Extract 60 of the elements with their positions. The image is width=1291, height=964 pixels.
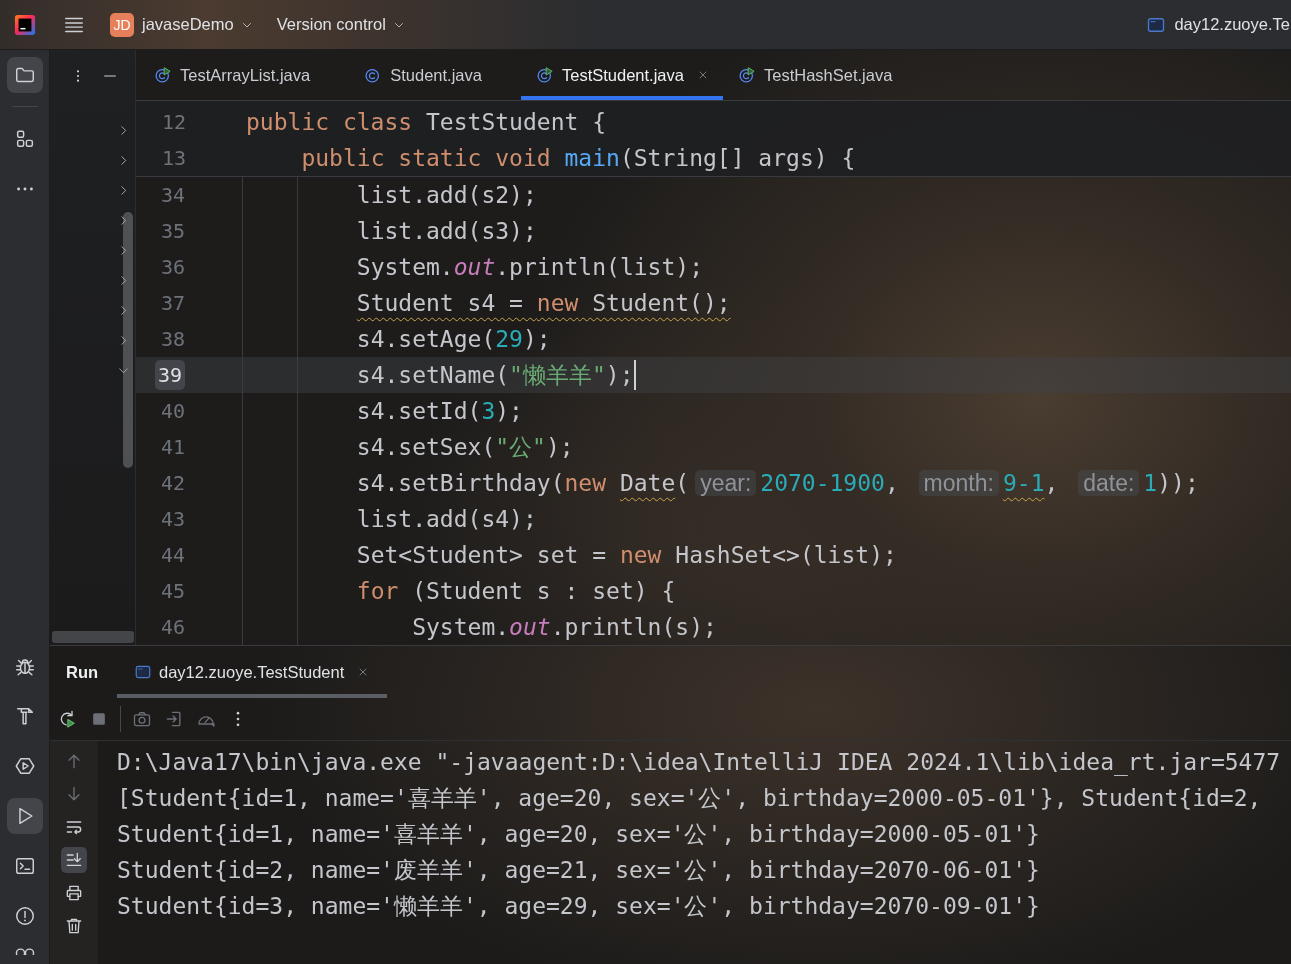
- line-number: 43: [160, 507, 185, 531]
- console-line: Student{id=3, name='懒羊羊', age=29, sex='公', birthday=2070-09-01'}: [117, 892, 1041, 921]
- line-number: 46: [160, 615, 185, 639]
- line-number: 13: [161, 146, 186, 170]
- vertical-scrollbar-thumb[interactable]: [123, 212, 133, 468]
- horizontal-scrollbar-thumb[interactable]: [52, 631, 134, 643]
- line-number: 45: [160, 579, 185, 603]
- code-line: s4.setSex("公");: [356, 433, 574, 462]
- code-line: list.add(s4);: [356, 505, 537, 534]
- line-number: 37: [160, 291, 185, 315]
- line-number: 40: [160, 399, 185, 423]
- folder-icon[interactable]: [6, 57, 43, 93]
- console-line: Student{id=1, name='喜羊羊', age=20, sex='公', birthday=2000-05-01'}: [117, 820, 1041, 849]
- window-icon: [134, 663, 152, 681]
- panel-title: Run: [65, 661, 100, 683]
- scroll-to-end-icon[interactable]: [61, 846, 87, 873]
- class-play-icon: [737, 66, 756, 84]
- editor-tab[interactable]: Student.java: [349, 50, 521, 100]
- code-line: s4.setBirthday(new Date( year: 2070-1900, month: 9-1, date: 1));: [356, 469, 1199, 498]
- line-number: 12: [161, 110, 186, 134]
- code-line: System.out.println(s);: [412, 613, 717, 642]
- line-number: 34: [160, 183, 185, 207]
- console-line: D:\Java17\bin\java.exe "-javaagent:D:\idea\IntelliJ IDEA 2024.1\lib\idea_rt.jar=5477: [117, 748, 1282, 778]
- hexagon-play-icon[interactable]: [13, 755, 36, 777]
- code-line: Student s4 = new Student();: [356, 289, 731, 318]
- line-number: 42: [160, 471, 185, 495]
- run-tab[interactable]: day12.zuoye.TestStudent: [117, 646, 388, 698]
- code-line: s4.setName("懒羊羊");: [356, 361, 634, 390]
- line-number: 41: [160, 435, 185, 459]
- class-play-icon: [154, 66, 172, 84]
- project-badge: JD: [110, 12, 134, 37]
- run-configuration[interactable]: day12.zuoye.Te: [1174, 15, 1290, 34]
- editor-tab[interactable]: TestArrayList.java: [139, 50, 350, 100]
- line-number: 38: [160, 327, 185, 351]
- code-line: list.add(s2);: [356, 181, 537, 210]
- code-line: s4.setId(3);: [356, 397, 523, 426]
- console-line: [Student{id=1, name='喜羊羊', age=20, sex='公', birthday=2000-05-01'}, Student{id=2,: [117, 784, 1263, 813]
- line-number: 35: [160, 219, 185, 243]
- line-number: 36: [160, 255, 185, 279]
- code-line: s4.setAge(29);: [356, 325, 551, 354]
- text-cursor: [633, 360, 636, 390]
- code-line: public static void main(String[] args) {: [301, 144, 856, 173]
- vcs-menu[interactable]: Version control: [276, 15, 386, 34]
- code-line: list.add(s3);: [356, 217, 537, 246]
- circles-icon[interactable]: [13, 946, 36, 955]
- code-line: for (Student s : set) {: [356, 577, 676, 606]
- line-number: 39: [154, 360, 185, 390]
- project-name[interactable]: javaseDemo: [142, 15, 234, 34]
- editor-tab[interactable]: TestHashSet.java: [722, 50, 932, 100]
- app-logo-icon[interactable]: [14, 13, 36, 36]
- console-line: Student{id=2, name='废羊羊', age=21, sex='公', birthday=2070-06-01'}: [117, 856, 1041, 885]
- code-line: Set<Student> set = new HashSet<>(list);: [356, 541, 897, 570]
- line-number: 44: [160, 543, 185, 567]
- code-line: System.out.println(list);: [356, 253, 703, 282]
- play-icon[interactable]: [6, 798, 43, 834]
- alert-circle-icon[interactable]: [13, 905, 36, 927]
- editor-tab[interactable]: TestStudent.java: [520, 50, 723, 100]
- terminal-icon[interactable]: [13, 855, 36, 877]
- class-play-icon: [535, 66, 554, 84]
- code-line: public class TestStudent {: [246, 108, 607, 137]
